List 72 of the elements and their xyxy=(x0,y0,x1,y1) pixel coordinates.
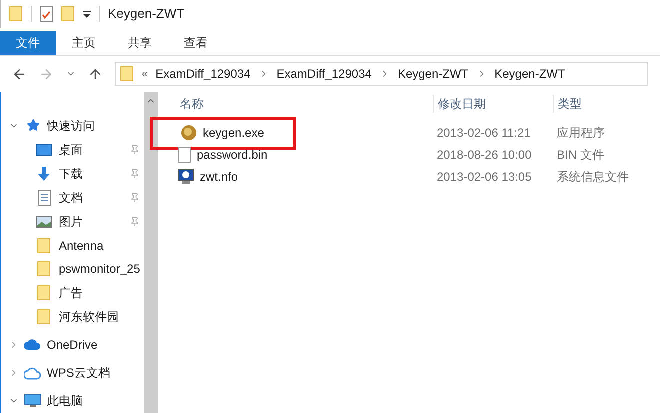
sidebar-label: 此电脑 xyxy=(47,393,84,410)
sidebar-item[interactable]: 下载 xyxy=(1,162,144,186)
sidebar-label: pswmonitor_25 xyxy=(59,261,140,278)
sidebar-label: 桌面 xyxy=(59,142,84,159)
sidebar-item[interactable]: 快速访问 xyxy=(1,114,144,138)
sidebar-label: 下载 xyxy=(59,166,84,183)
breadcrumb[interactable]: Keygen-ZWT xyxy=(494,65,566,83)
overflow-chevron[interactable]: « xyxy=(142,66,148,82)
file-type: 系统信息文件 xyxy=(556,169,629,186)
computer-icon xyxy=(24,394,42,408)
sidebar-label: 文档 xyxy=(59,190,84,207)
up-icon[interactable] xyxy=(88,66,103,82)
ribbon-tab[interactable]: 文件 xyxy=(0,31,56,55)
breadcrumb[interactable]: ExamDiff_129034 xyxy=(276,65,372,83)
address-bar[interactable]: « ExamDiff_129034 ExamDiff_129034 Keygen-ZWT Keygen-ZWT xyxy=(115,62,648,86)
folder-icon xyxy=(37,309,51,326)
new-folder-icon xyxy=(61,6,75,22)
file-name[interactable]: password.bin xyxy=(197,146,268,164)
file-name[interactable]: zwt.nfo xyxy=(200,168,238,186)
sidebar-label: 快速访问 xyxy=(47,118,96,135)
sidebar-label: 河东软件园 xyxy=(59,309,120,326)
window-title: Keygen-ZWT xyxy=(108,5,185,24)
sidebar-item[interactable]: 图片 xyxy=(1,210,144,234)
sidebar-item[interactable]: Antenna xyxy=(1,234,144,258)
breadcrumb[interactable]: ExamDiff_129034 xyxy=(156,65,251,83)
sidebar-item[interactable]: WPS云文档 xyxy=(1,361,144,386)
picture-icon xyxy=(36,216,52,228)
sidebar-item[interactable]: 桌面 xyxy=(1,138,144,162)
file-date: 2013-02-06 13:05 xyxy=(436,169,533,186)
folder-icon xyxy=(9,6,23,22)
column-header[interactable]: 修改日期 xyxy=(433,95,553,113)
file-date: 2013-02-06 11:21 xyxy=(436,125,532,142)
scrollbar[interactable] xyxy=(144,92,158,413)
sidebar-label: OneDrive xyxy=(47,337,99,354)
customize-caret-icon[interactable] xyxy=(83,10,91,18)
column-header[interactable]: 名称 xyxy=(178,95,433,113)
star-icon xyxy=(26,119,40,132)
folder-icon xyxy=(37,261,51,278)
column-header[interactable]: 类型 xyxy=(553,95,582,113)
file-name[interactable]: keygen.exe xyxy=(203,124,264,142)
file-row[interactable]: password.bin 2018-08-26 10:00 BIN 文件 xyxy=(178,144,660,166)
sidebar-item[interactable]: OneDrive xyxy=(1,333,144,358)
file-date: 2018-08-26 10:00 xyxy=(436,147,533,164)
blank-file-icon xyxy=(178,147,191,163)
document-icon xyxy=(38,190,50,206)
sidebar-label: WPS云文档 xyxy=(47,365,112,382)
folder-icon xyxy=(37,285,51,302)
sidebar-item[interactable]: 广告 xyxy=(1,281,144,306)
sidebar-label: 图片 xyxy=(59,214,84,231)
desktop-icon xyxy=(36,144,52,156)
sidebar-label: 广告 xyxy=(59,285,84,302)
ribbon-tab[interactable]: 查看 xyxy=(168,31,224,55)
file-type: 应用程序 xyxy=(556,125,605,142)
cloud-icon xyxy=(24,366,42,380)
sidebar-item[interactable]: pswmonitor_25 xyxy=(1,258,144,282)
sidebar-item[interactable]: 此电脑 xyxy=(1,389,144,413)
sidebar-item[interactable]: 文档 xyxy=(1,186,144,210)
application-icon xyxy=(181,125,197,141)
download-arrow-icon xyxy=(36,166,52,182)
breadcrumb[interactable]: Keygen-ZWT xyxy=(398,65,469,83)
folder-icon xyxy=(37,238,51,254)
back-icon[interactable] xyxy=(12,66,27,82)
folder-icon xyxy=(120,66,134,82)
ribbon-tab[interactable]: 主页 xyxy=(56,31,112,55)
properties-icon[interactable] xyxy=(40,6,53,22)
info-monitor-icon xyxy=(178,169,194,185)
file-row[interactable]: zwt.nfo 2013-02-06 13:05 系统信息文件 xyxy=(178,166,660,188)
cloud-icon xyxy=(24,339,42,352)
ribbon-tab[interactable]: 共享 xyxy=(112,31,168,55)
sidebar-item[interactable]: 河东软件园 xyxy=(1,305,144,330)
sidebar-label: Antenna xyxy=(59,238,105,255)
file-type: BIN 文件 xyxy=(556,147,604,164)
